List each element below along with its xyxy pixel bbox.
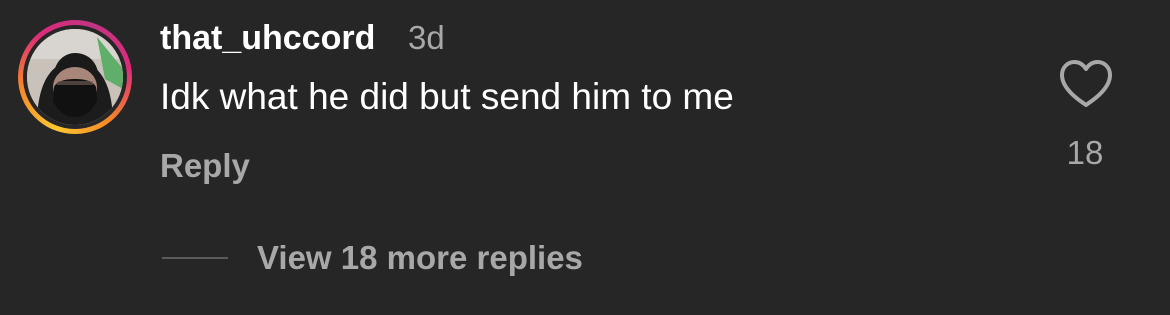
comment-item: that_uhccord 3d Idk what he did but send…	[0, 0, 1170, 315]
story-ring[interactable]	[18, 20, 132, 134]
like-count: 18	[1066, 134, 1104, 171]
heart-outline-icon	[1060, 60, 1112, 107]
reply-button[interactable]: Reply	[160, 144, 250, 188]
comment-text: Idk what he did but send him to me	[160, 76, 734, 117]
view-replies-button[interactable]: View 18 more replies	[257, 236, 583, 280]
like-button[interactable]	[1058, 58, 1114, 110]
avatar-border	[23, 25, 127, 129]
replies-divider	[162, 257, 228, 259]
avatar-image	[27, 29, 123, 125]
comment-timestamp: 3d	[408, 19, 445, 56]
avatar[interactable]	[27, 29, 123, 125]
comment-username[interactable]: that_uhccord	[160, 16, 375, 60]
